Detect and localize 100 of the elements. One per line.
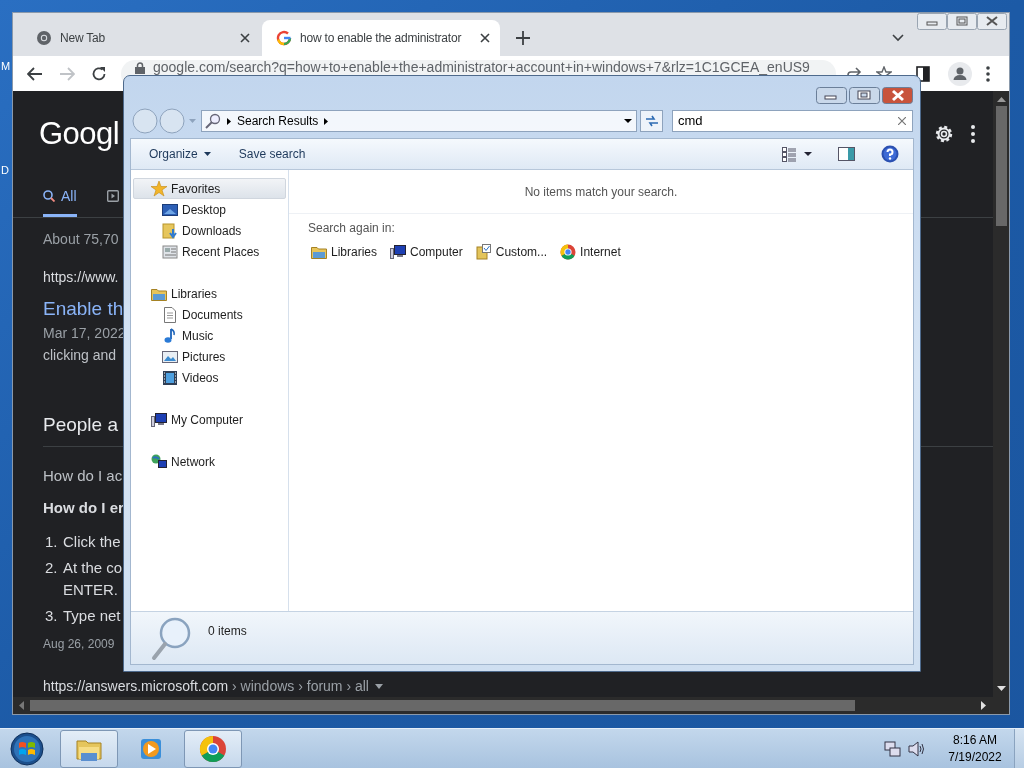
search-tab[interactable]: All (43, 175, 77, 217)
video-icon (106, 190, 119, 202)
nav-item[interactable]: Music (133, 325, 286, 346)
computer-icon (151, 411, 167, 428)
scroll-left-icon[interactable] (19, 701, 24, 710)
search-field[interactable]: cmd (672, 110, 913, 132)
network-icon[interactable] (884, 740, 902, 757)
search-location-link[interactable]: Internet (560, 243, 621, 261)
search-location-link[interactable]: Custom... (475, 243, 548, 261)
nav-item[interactable]: Documents (133, 304, 286, 325)
clear-icon[interactable] (898, 117, 906, 125)
recent-places-icon (162, 243, 178, 260)
menu-icon[interactable] (986, 65, 990, 82)
apps-menu-icon[interactable] (971, 124, 975, 143)
view-options-icon[interactable] (782, 146, 796, 162)
nav-item[interactable]: Videos (133, 367, 286, 388)
horizontal-scrollbar[interactable] (13, 697, 1009, 714)
breadcrumb-arrow-icon (324, 117, 329, 125)
minimize-button[interactable] (816, 87, 847, 104)
side-panel-icon[interactable] (916, 65, 930, 82)
command-button[interactable]: Save search (230, 142, 314, 166)
caret-icon[interactable] (375, 683, 383, 689)
nav-item[interactable]: Favorites (133, 178, 286, 199)
back-icon[interactable] (27, 66, 43, 81)
profile-icon[interactable] (948, 61, 972, 86)
chrome-logo-icon (36, 30, 52, 46)
nav-item[interactable]: Pictures (133, 346, 286, 367)
scroll-right-icon[interactable] (981, 701, 986, 710)
answer-date: Aug 26, 2009 (43, 636, 115, 653)
result-url: https://www. (43, 267, 119, 287)
desktop-icon-label: D (0, 163, 10, 178)
empty-message: No items match your search. (524, 183, 678, 201)
preview-pane-icon[interactable] (838, 147, 855, 161)
vertical-scrollbar[interactable] (993, 91, 1009, 697)
result-stats: About 75,70 (43, 229, 119, 249)
help-icon[interactable] (881, 145, 899, 163)
step-number: 3. (45, 606, 59, 626)
google-logo-icon (276, 30, 292, 46)
nav-item[interactable]: Downloads (133, 220, 286, 241)
maximize-button[interactable] (849, 87, 880, 104)
volume-icon[interactable] (908, 740, 926, 757)
film-icon (162, 369, 178, 386)
desktop-icon (162, 201, 178, 218)
step-number: 1. (45, 532, 59, 552)
lock-icon (135, 61, 145, 74)
reload-icon[interactable] (91, 65, 107, 82)
chevron-down-icon[interactable] (892, 34, 904, 42)
star-icon (151, 180, 167, 197)
library-folder-icon (311, 244, 327, 260)
search-icon (205, 113, 221, 129)
scrollbar-thumb[interactable] (995, 106, 1007, 226)
breadcrumb-text[interactable]: Search Results (237, 112, 319, 130)
scroll-up-icon[interactable] (996, 97, 1006, 102)
close-icon[interactable] (480, 33, 490, 43)
music-note-icon (162, 327, 178, 344)
nav-item[interactable]: Desktop (133, 199, 286, 220)
folder-icon (475, 244, 492, 260)
new-tab-icon[interactable] (516, 31, 530, 45)
scrollbar-thumb[interactable] (30, 700, 855, 711)
scroll-down-icon[interactable] (996, 686, 1006, 691)
download-folder-icon (162, 222, 178, 239)
section-label: Search again in: (308, 220, 396, 236)
question-text: How do I ac (43, 465, 123, 486)
clock[interactable]: 8:16 AM 7/19/2022 (944, 731, 1006, 766)
picture-icon (162, 348, 178, 365)
item-count: 0 items (208, 623, 247, 640)
search-icon (43, 190, 55, 202)
taskbar-button[interactable] (60, 729, 118, 768)
clock-date: 7/19/2022 (948, 748, 1002, 766)
address-field[interactable]: Search Results (201, 110, 637, 132)
close-icon[interactable] (240, 33, 250, 43)
refresh-icon (644, 115, 659, 127)
start-button[interactable] (10, 731, 44, 766)
close-button[interactable] (882, 87, 913, 104)
chrome-logo-icon (199, 734, 227, 763)
search-location-link[interactable]: Computer (390, 243, 463, 261)
nav-item[interactable]: Recent Places (133, 241, 286, 262)
refresh-button[interactable] (640, 110, 663, 132)
nav-item[interactable]: My Computer (133, 409, 286, 430)
nav-item[interactable]: Libraries (133, 283, 286, 304)
network-icon (151, 453, 167, 470)
close-button[interactable] (977, 13, 1007, 30)
computer-icon (390, 244, 407, 260)
step-text: Type net (63, 606, 121, 626)
browser-tab[interactable]: New Tab (22, 20, 260, 56)
result-snippet: clicking and (43, 345, 117, 365)
url-text: google.com/search?q=how+to+enable+the+administrator+account+in+windows+7&rlz=1C1GCEA_enUS9 (153, 60, 810, 74)
caret-icon (203, 152, 211, 156)
step-text: ENTER. (63, 580, 119, 600)
browser-tab[interactable]: how to enable the administrator (262, 20, 500, 56)
answer-title: How do I er (43, 497, 124, 518)
result-title[interactable]: Enable th (43, 294, 124, 324)
command-button[interactable]: Organize (141, 142, 219, 166)
caret-icon[interactable] (804, 152, 812, 156)
taskbar-button[interactable] (184, 729, 242, 768)
dropdown-arrow-icon[interactable] (624, 119, 632, 123)
nav-item[interactable]: Network (133, 451, 286, 472)
step-text: At the co (63, 558, 123, 578)
search-location-link[interactable]: Libraries (311, 243, 378, 261)
google-logo: Googl (39, 118, 120, 149)
